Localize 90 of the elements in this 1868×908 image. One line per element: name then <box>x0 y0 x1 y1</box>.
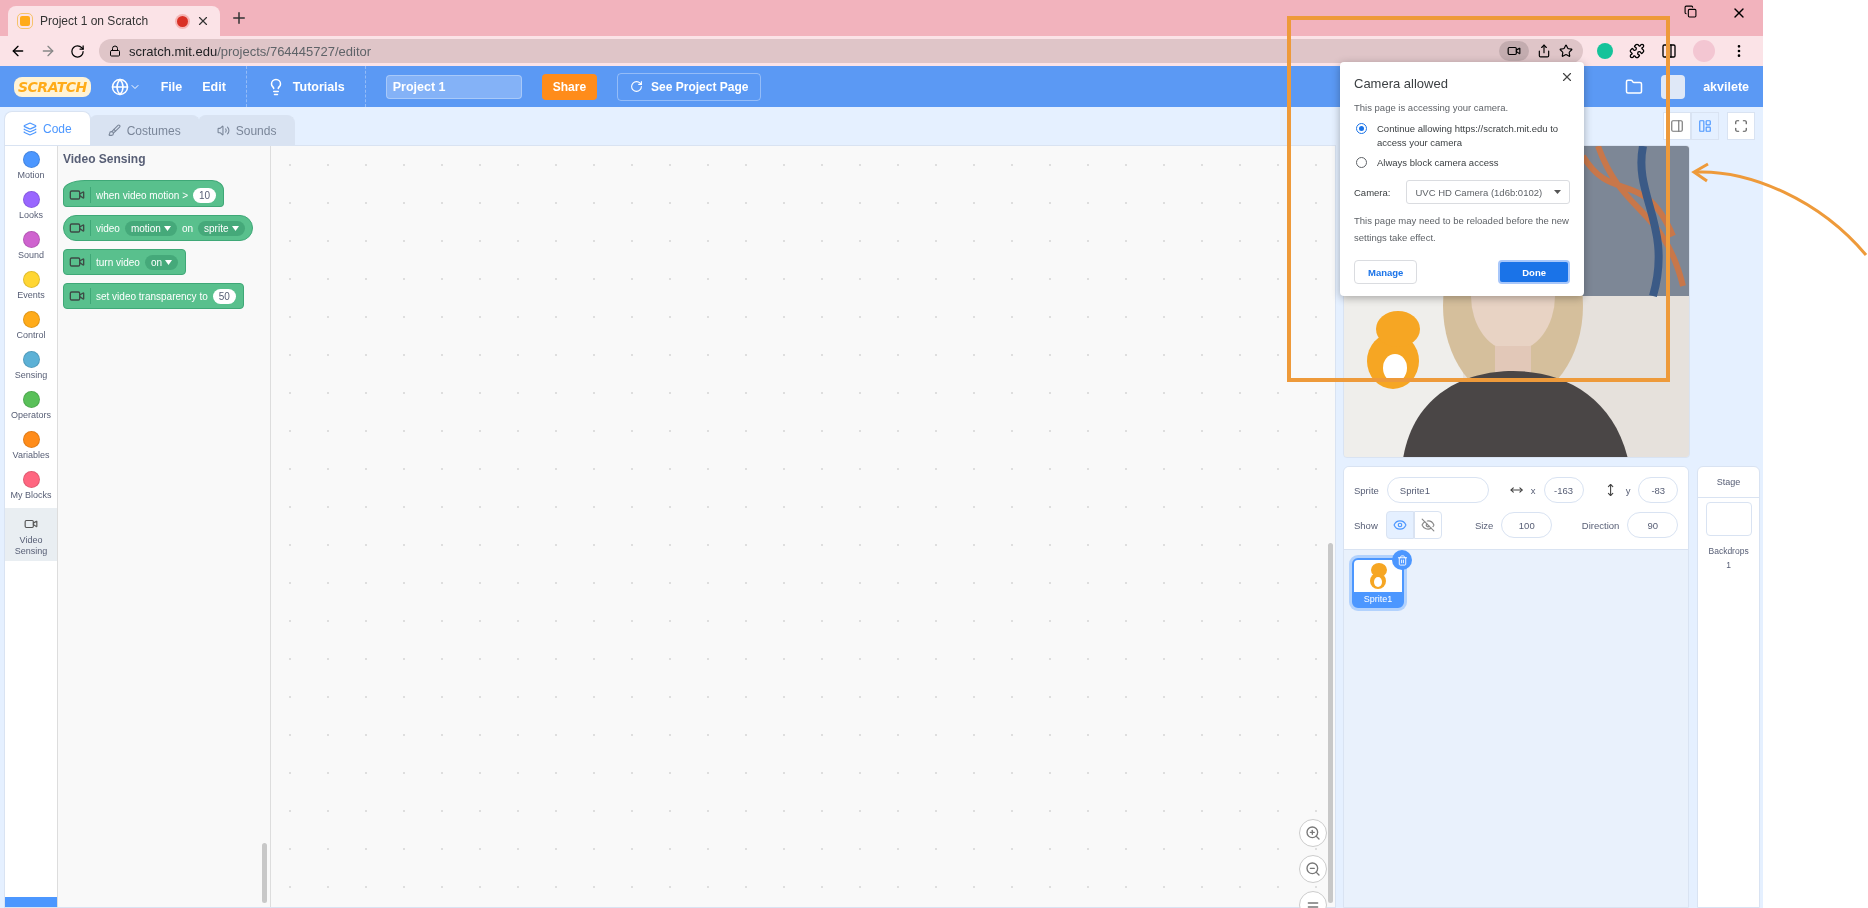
hide-button[interactable] <box>1413 511 1442 539</box>
camera-icon <box>69 288 85 304</box>
small-stage-icon <box>1670 119 1684 133</box>
refresh-icon <box>630 80 644 93</box>
backdrops-label: Backdrops <box>1708 546 1749 556</box>
field-label: Direction <box>1581 519 1620 531</box>
caret-icon <box>1554 190 1561 194</box>
show-button[interactable] <box>1385 511 1414 539</box>
category-item[interactable]: Sensing <box>5 348 57 388</box>
eye-off-icon <box>1420 518 1435 532</box>
field-label: y <box>1625 484 1631 496</box>
field-label: Sprite <box>1354 484 1379 496</box>
radio-label[interactable]: Always block camera access <box>1377 156 1499 170</box>
side-panel-icon[interactable] <box>1661 43 1677 59</box>
zoom-out-icon <box>1305 861 1321 877</box>
number-input[interactable]: 10 <box>193 187 217 203</box>
popup-title: Camera allowed <box>1354 76 1449 91</box>
block-text: turn video <box>96 256 140 268</box>
camera-select[interactable]: UVC HD Camera (1d6b:0102) <box>1406 180 1570 204</box>
zoom-out-button[interactable] <box>1299 855 1327 883</box>
category-item[interactable]: Operators <box>5 388 57 428</box>
block-text: video <box>96 222 120 234</box>
stage-thumbnail[interactable] <box>1705 502 1752 536</box>
manage-button[interactable]: Manage <box>1354 260 1418 284</box>
globe-icon[interactable] <box>110 77 129 96</box>
brush-icon <box>107 124 121 137</box>
reload-icon[interactable] <box>70 43 85 59</box>
delete-button[interactable] <box>1392 550 1412 570</box>
caret-icon <box>231 225 239 231</box>
close-icon[interactable] <box>1560 70 1574 84</box>
category-item[interactable]: Sound <box>5 228 57 268</box>
browser-tab[interactable]: Project 1 on Scratch <box>8 6 220 36</box>
backdrops-count: 1 <box>1726 560 1731 570</box>
block-text: on <box>181 222 194 234</box>
popup-text: This page is accessing your camera. <box>1354 101 1510 115</box>
scrollbar[interactable] <box>1328 543 1333 903</box>
field-label: Camera: <box>1354 186 1391 198</box>
sprite-name: Sprite1 <box>1354 592 1402 606</box>
number-input[interactable]: 50 <box>212 288 236 304</box>
blocks-icon <box>23 121 37 136</box>
back-icon[interactable] <box>10 43 26 59</box>
caret-icon <box>163 225 171 231</box>
code-block[interactable]: when video motion > 10 <box>63 180 225 207</box>
favicon-icon <box>18 14 32 28</box>
category-item[interactable]: My Blocks <box>5 468 57 508</box>
star-icon[interactable] <box>1559 44 1573 58</box>
fullscreen-icon <box>1734 119 1748 133</box>
camera-icon <box>69 220 85 236</box>
forward-icon[interactable] <box>40 43 56 59</box>
camera-icon <box>24 517 38 531</box>
code-block[interactable]: set video transparency to 50 <box>63 283 244 309</box>
zoom-in-button[interactable] <box>1299 819 1327 847</box>
field-label: x <box>1530 484 1536 496</box>
category-item[interactable]: Video Sensing <box>5 508 57 561</box>
radio-label[interactable]: Continue allowing https://scratch.mit.edu to access your camera <box>1377 122 1570 150</box>
folder-icon[interactable] <box>1625 77 1644 96</box>
block-text: set video transparency to <box>96 290 208 302</box>
block-text: when video motion > <box>96 189 188 201</box>
camera-icon <box>69 254 85 270</box>
eye-icon <box>1392 518 1407 532</box>
puzzle-icon[interactable] <box>1629 43 1645 59</box>
category-item[interactable]: Looks <box>5 188 57 228</box>
new-tab-icon[interactable] <box>230 9 248 27</box>
done-button[interactable]: Done <box>1498 260 1570 284</box>
trash-icon <box>1396 554 1408 566</box>
camera-icon <box>69 187 85 203</box>
camera-indicator[interactable] <box>1499 41 1529 61</box>
fullscreen-button[interactable] <box>1727 112 1755 140</box>
stage-title: Stage <box>1698 467 1759 498</box>
caret-icon <box>165 259 173 265</box>
camera-icon <box>1507 44 1521 58</box>
zoom-in-icon <box>1305 825 1321 841</box>
restore-icon[interactable] <box>1684 5 1697 18</box>
field-label: Size <box>1474 519 1494 531</box>
scrollbar[interactable] <box>262 843 267 903</box>
field-label: Show <box>1354 519 1378 531</box>
lock-icon <box>109 45 121 57</box>
tab-title: Project 1 on Scratch <box>40 14 150 28</box>
category-item[interactable]: Motion <box>5 148 57 188</box>
large-stage-icon <box>1698 119 1712 133</box>
address-bar[interactable]: scratch.mit.edu/projects/764445727/editor <box>99 39 1583 63</box>
category-item[interactable]: Variables <box>5 428 57 468</box>
url-text: scratch.mit.edu/projects/764445727/editor <box>129 43 373 59</box>
palette-title: Video Sensing <box>63 152 147 166</box>
popup-note: This page may need to be reloaded before the new settings take effect. <box>1354 214 1570 245</box>
category-item[interactable]: Control <box>5 308 57 348</box>
speaker-icon <box>216 124 230 137</box>
share-icon[interactable] <box>1537 44 1551 58</box>
close-icon[interactable] <box>196 14 210 28</box>
category-item[interactable]: Events <box>5 268 57 308</box>
